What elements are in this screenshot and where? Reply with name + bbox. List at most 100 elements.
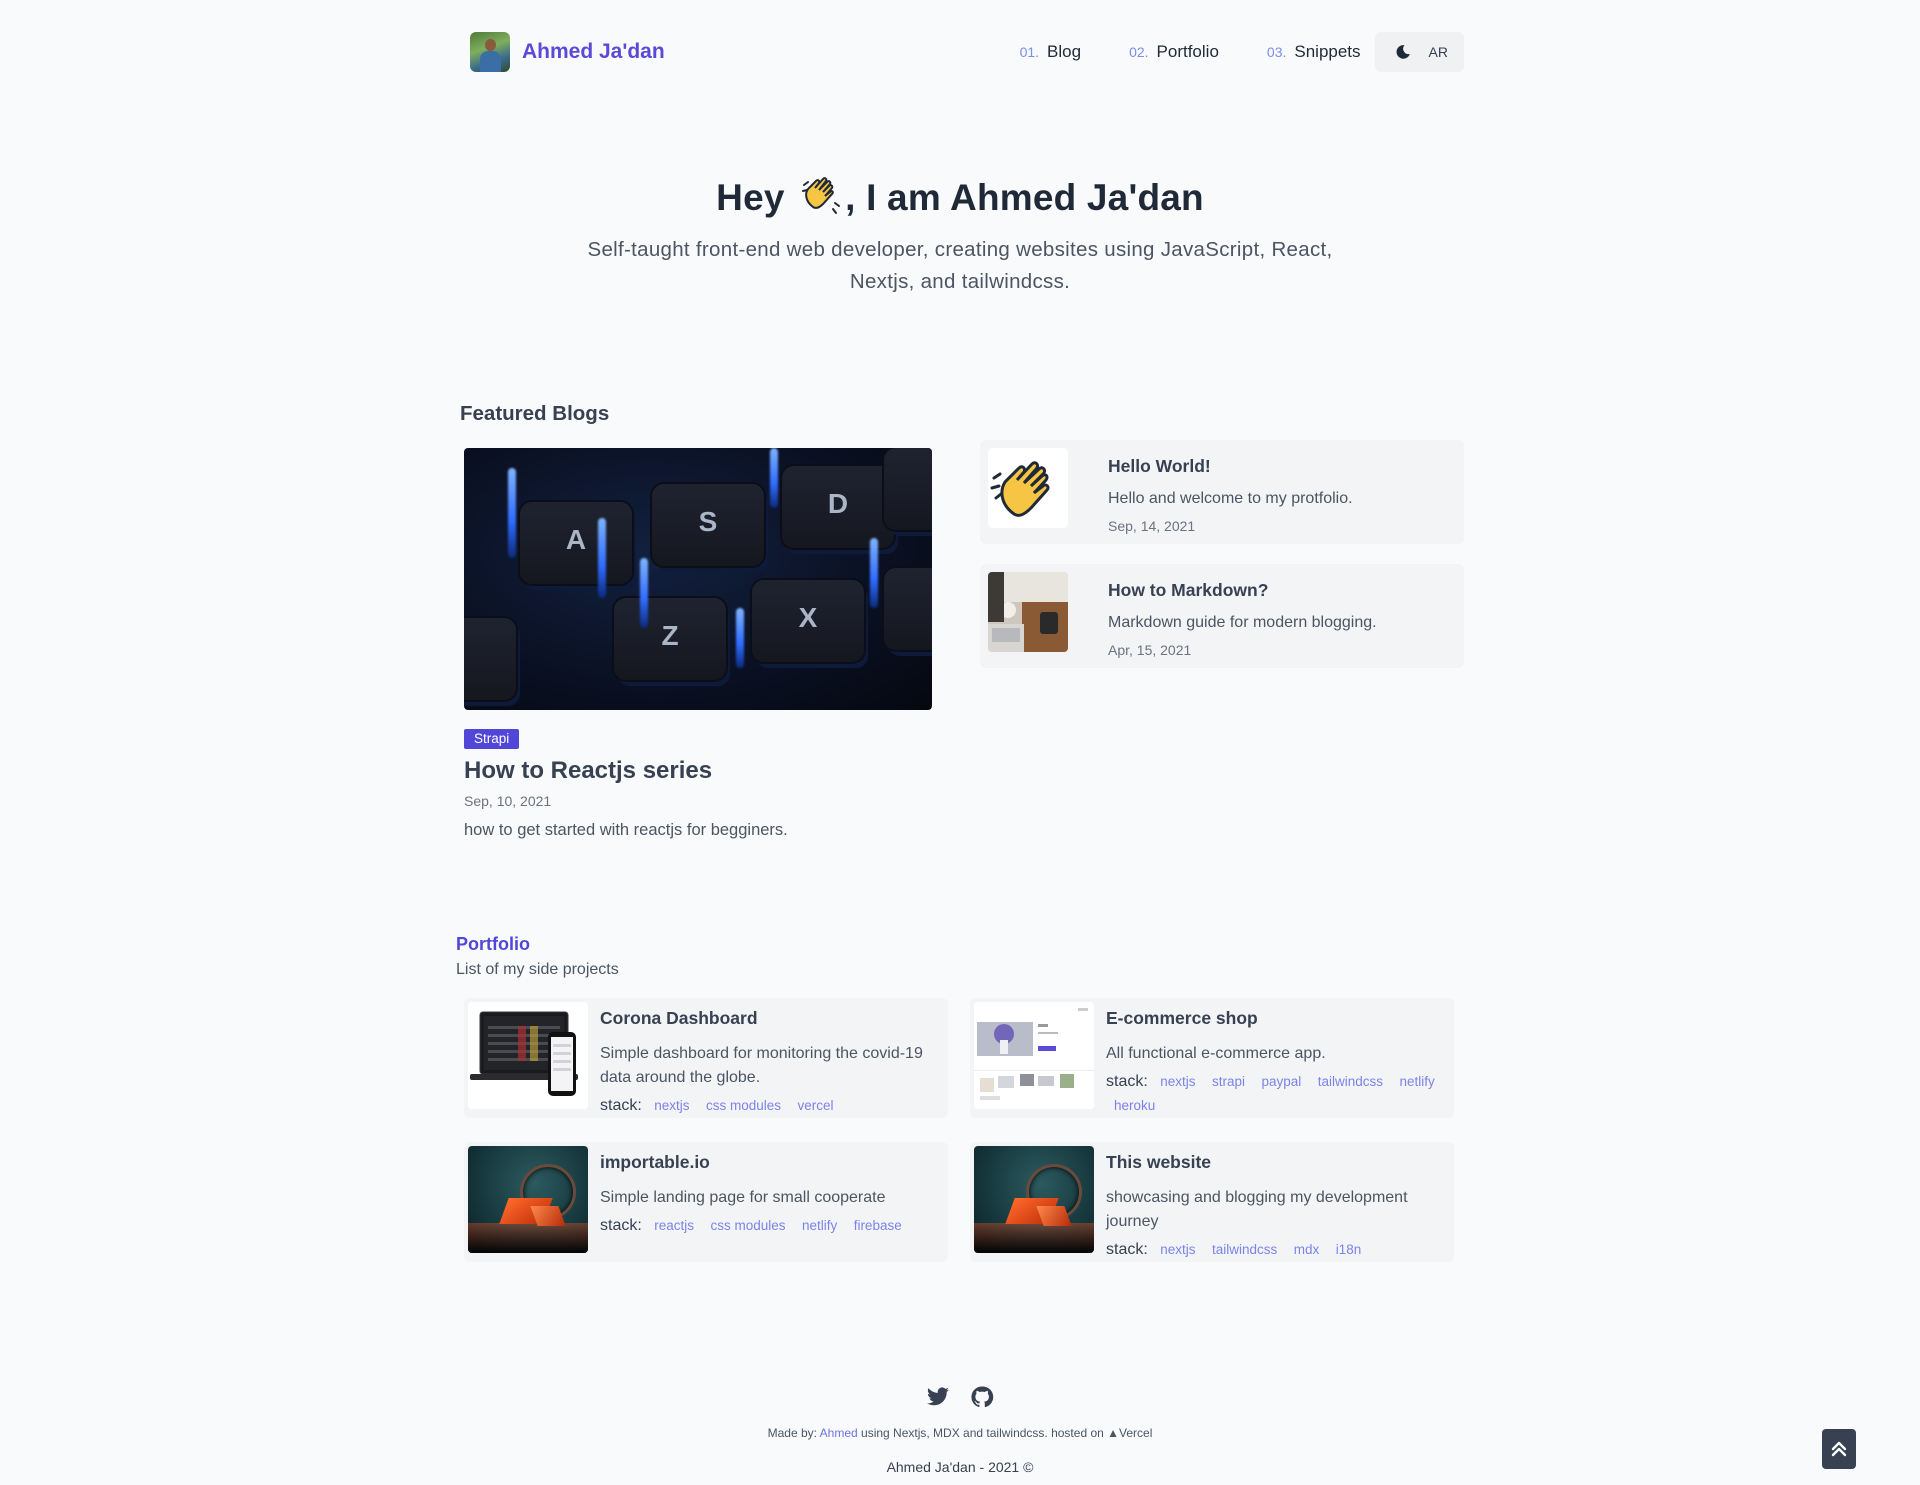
keyboard-key: A <box>520 502 632 584</box>
double-chevron-up-icon <box>1831 1441 1847 1457</box>
made-by-suffix: using Nextjs, MDX and tailwindcss. hoste… <box>861 1426 1104 1440</box>
nav-number: 01. <box>1019 44 1040 60</box>
project-title: This website <box>1106 1152 1212 1172</box>
main-nav: 01. Blog 02. Portfolio 03. Snippets AR <box>972 32 1464 72</box>
keyboard-key: Z <box>614 598 726 680</box>
featured-blog-image[interactable]: A S D Z X <box>464 448 932 710</box>
stack-chip[interactable]: netlify <box>1399 1070 1434 1094</box>
avatar <box>470 32 510 72</box>
hero-subtitle: Self-taught front-end web developer, cre… <box>587 238 1333 293</box>
keyboard-key <box>464 618 516 700</box>
portfolio-title: Portfolio <box>456 934 530 954</box>
project-card-this-website[interactable]: This website showcasing and blogging my … <box>970 1142 1454 1262</box>
blog-card-description: Markdown guide for modern blogging. <box>1108 614 1377 631</box>
nav-item-blog[interactable]: 01. Blog <box>1020 42 1082 62</box>
project-description: All functional e-commerce app. <box>1106 1045 1326 1062</box>
keyboard-key <box>884 568 932 650</box>
stack-chip[interactable]: nextjs <box>654 1094 689 1118</box>
stack-chip[interactable]: heroku <box>1114 1094 1155 1118</box>
stack-chip[interactable]: css modules <box>706 1094 781 1118</box>
blog-tag[interactable]: Strapi <box>464 729 520 749</box>
hero-title-end: , I am Ahmed Ja'dan <box>845 177 1204 218</box>
brand-name: Ahmed Ja'dan <box>522 40 665 63</box>
stack-label: stack: <box>1106 1073 1148 1090</box>
blog-thumbnail <box>988 448 1068 528</box>
author-link[interactable]: Ahmed <box>820 1426 858 1440</box>
copyright: Ahmed Ja'dan - 2021 © <box>886 1459 1034 1475</box>
stack-chip[interactable]: paypal <box>1261 1070 1301 1094</box>
blog-thumbnail <box>988 572 1068 652</box>
language-toggle[interactable]: AR <box>1429 44 1448 60</box>
settings-toggles: AR <box>1374 32 1464 72</box>
vercel-link[interactable]: ▲Vercel <box>1107 1426 1152 1440</box>
project-thumbnail <box>974 1146 1094 1253</box>
twitter-icon[interactable] <box>926 1385 950 1409</box>
project-description: Simple landing page for small cooperate <box>600 1189 886 1206</box>
scroll-to-top-button[interactable] <box>1822 1429 1856 1469</box>
stack-label: stack: <box>600 1097 642 1114</box>
blog-card-description: Hello and welcome to my protfolio. <box>1108 490 1353 507</box>
stack-chip[interactable]: nextjs <box>1160 1070 1195 1094</box>
waving-hand-icon <box>799 173 843 217</box>
stack-chip[interactable]: css modules <box>710 1214 785 1238</box>
nav-item-portfolio[interactable]: 02. Portfolio <box>1129 42 1219 62</box>
waving-hand-icon <box>988 448 1068 528</box>
project-description: Simple dashboard for monitoring the covi… <box>600 1045 923 1086</box>
featured-blogs-title: Featured Blogs <box>460 402 610 425</box>
social-links <box>0 1385 1920 1409</box>
nav-label: Portfolio <box>1156 42 1219 61</box>
hero-title-start: Hey <box>716 177 785 218</box>
project-stack: stack: nextjs css modules vercel <box>600 1094 940 1118</box>
featured-blog-title[interactable]: How to Reactjs series <box>464 757 712 785</box>
stack-chip[interactable]: tailwindcss <box>1212 1238 1277 1262</box>
blog-card[interactable]: How to Markdown? Markdown guide for mode… <box>980 564 1464 668</box>
featured-blog-description: how to get started with reactjs for begg… <box>464 821 788 839</box>
stack-chip[interactable]: nextjs <box>1160 1238 1195 1262</box>
hero-title: Hey , I am Ahmed Ja'dan <box>0 173 1920 219</box>
nav-item-snippets[interactable]: 03. Snippets <box>1267 42 1361 62</box>
project-title: importable.io <box>600 1152 710 1172</box>
blog-card-date: Sep, 14, 2021 <box>1108 518 1196 534</box>
made-by-prefix: Made by: <box>767 1426 817 1440</box>
stack-chip[interactable]: strapi <box>1212 1070 1245 1094</box>
featured-blog-date: Sep, 10, 2021 <box>464 793 552 809</box>
nav-label: Snippets <box>1294 42 1361 61</box>
made-by-text: Made by: Ahmed using Nextjs, MDX and tai… <box>0 1426 1920 1440</box>
project-stack: stack: nextjs strapi paypal tailwindcss … <box>1106 1070 1446 1118</box>
stack-label: stack: <box>1106 1241 1148 1258</box>
keyboard-key: D <box>782 466 894 548</box>
nav-number: 02. <box>1129 44 1149 60</box>
stack-chip[interactable]: vercel <box>797 1094 833 1118</box>
project-description: showcasing and blogging my development j… <box>1106 1189 1408 1230</box>
blog-card-title: Hello World! <box>1108 456 1211 476</box>
stack-chip[interactable]: netlify <box>802 1214 837 1238</box>
brand-link[interactable]: Ahmed Ja'dan <box>470 32 665 72</box>
project-stack: stack: nextjs tailwindcss mdx i18n <box>1106 1238 1446 1262</box>
project-stack: stack: reactjs css modules netlify fireb… <box>600 1214 940 1238</box>
project-thumbnail <box>974 1002 1094 1109</box>
site-header: Ahmed Ja'dan 01. Blog 02. Portfolio 03. … <box>470 32 1464 72</box>
stack-chip[interactable]: mdx <box>1294 1238 1320 1262</box>
stack-chip[interactable]: reactjs <box>654 1214 694 1238</box>
blog-card-title: How to Markdown? <box>1108 580 1269 600</box>
github-icon[interactable] <box>970 1385 994 1409</box>
keyboard-key: S <box>652 484 764 566</box>
project-card-importable[interactable]: importable.io Simple landing page for sm… <box>464 1142 948 1262</box>
nav-label: Blog <box>1047 42 1082 61</box>
stack-label: stack: <box>600 1217 642 1234</box>
project-thumbnail <box>468 1002 588 1109</box>
keyboard-key <box>884 448 932 530</box>
stack-chip[interactable]: firebase <box>854 1214 902 1238</box>
blog-card[interactable]: Hello World! Hello and welcome to my pro… <box>980 440 1464 544</box>
keyboard-key: X <box>752 580 864 662</box>
blog-card-date: Apr, 15, 2021 <box>1108 642 1192 658</box>
moon-icon[interactable] <box>1395 44 1411 60</box>
portfolio-subtitle: List of my side projects <box>456 961 619 978</box>
project-thumbnail <box>468 1146 588 1253</box>
project-title: Corona Dashboard <box>600 1008 758 1028</box>
stack-chip[interactable]: tailwindcss <box>1318 1070 1383 1094</box>
project-card-corona-dashboard[interactable]: Corona Dashboard Simple dashboard for mo… <box>464 998 948 1118</box>
project-card-ecommerce-shop[interactable]: E-commerce shop All functional e-commerc… <box>970 998 1454 1118</box>
stack-chip[interactable]: i18n <box>1336 1238 1362 1262</box>
project-title: E-commerce shop <box>1106 1008 1258 1028</box>
